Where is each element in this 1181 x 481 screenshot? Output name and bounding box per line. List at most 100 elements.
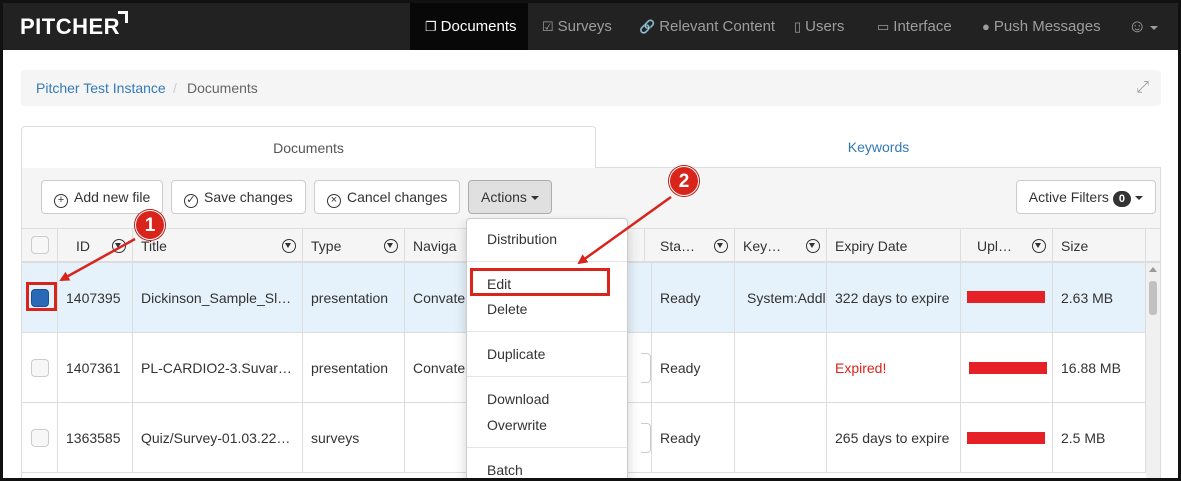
cell-title[interactable]: Dickinson_Sample_Sl… [133, 263, 303, 333]
menu-item-delete[interactable]: Delete [467, 297, 627, 321]
plus-circle-icon: + [54, 194, 68, 208]
row-checkbox[interactable] [31, 289, 49, 307]
user-circle-icon: ☺ [1128, 16, 1147, 36]
menu-item-batch[interactable]: Batch [467, 458, 627, 478]
x-circle-icon: × [327, 194, 341, 208]
select-all-checkbox[interactable] [31, 236, 49, 254]
cell-expiry: 265 days to expire [827, 403, 961, 473]
menu-divider [467, 261, 627, 262]
header-title-label: Title [141, 238, 167, 254]
header-keywords[interactable]: Key… [735, 229, 827, 263]
active-filters-button[interactable]: Active Filters 0 [1015, 180, 1156, 214]
filter-icon[interactable] [806, 239, 820, 253]
cell-type: presentation [303, 263, 405, 333]
cell-status: Ready [652, 333, 735, 403]
row-checkbox[interactable] [31, 359, 49, 377]
filter-icon[interactable] [1032, 239, 1046, 253]
menu-item-duplicate[interactable]: Duplicate [467, 342, 627, 366]
cell-title[interactable]: Quiz/Survey-01.03.22… [133, 403, 303, 473]
menu-divider [467, 447, 627, 448]
cell-id: 1363585 [58, 403, 133, 473]
cell-expiry: Expired! [827, 333, 961, 403]
brand-text: PITCHER [20, 14, 121, 39]
tablet-icon: ▯ [794, 19, 802, 34]
filter-count-badge: 0 [1112, 191, 1131, 207]
header-size-label: Size [1061, 238, 1089, 254]
nav-interface[interactable]: ▭ Interface [877, 3, 952, 50]
brand-logo[interactable]: PITCHER [20, 11, 128, 40]
row-select-cell [22, 333, 58, 403]
breadcrumb-current: Documents [187, 80, 258, 96]
nav-documents-label: Documents [440, 18, 517, 35]
save-changes-label: Save changes [204, 189, 293, 205]
filter-icon[interactable] [384, 239, 398, 253]
check-square-icon: ☑ [542, 19, 554, 34]
menu-divider [467, 331, 627, 332]
menu-item-download[interactable]: Download [467, 387, 627, 411]
menu-item-distribution[interactable]: Distribution [467, 227, 627, 251]
nav-documents[interactable]: ❐ Documents [410, 3, 528, 50]
nav-relevant-content[interactable]: 🔗 Relevant Content [639, 3, 775, 50]
table-scrollbar[interactable] [1146, 263, 1160, 478]
cell-keywords [735, 403, 827, 473]
header-status[interactable]: Sta… [652, 229, 735, 263]
tab-documents[interactable]: Documents [21, 126, 596, 168]
user-menu[interactable]: ☺ [1128, 3, 1159, 50]
actions-dropdown-button[interactable]: Actions [468, 180, 552, 214]
row-checkbox[interactable] [31, 429, 49, 447]
header-type-label: Type [311, 238, 342, 254]
tab-keywords[interactable]: Keywords [596, 126, 1161, 168]
add-file-label: Add new file [74, 189, 151, 205]
cell-expiry: 322 days to expire [827, 263, 961, 333]
cell-navigation-text: Convate [413, 290, 466, 306]
cell-type: presentation [303, 333, 405, 403]
nav-surveys[interactable]: ☑ Surveys [542, 3, 612, 50]
nav-push-messages[interactable]: ● Push Messages [982, 3, 1101, 50]
redacted-block [967, 291, 1045, 303]
scroll-thumb[interactable] [1149, 281, 1157, 315]
menu-item-edit[interactable]: Edit [467, 272, 627, 296]
header-title[interactable]: Title [133, 229, 303, 263]
cell-title[interactable]: PL-CARDIO2-3.Suvar… [133, 333, 303, 403]
add-file-button[interactable]: + Add new file [41, 180, 164, 214]
filter-icon[interactable] [112, 239, 126, 253]
header-status-label: Sta… [660, 238, 696, 254]
cell-keywords: System:Addl [735, 263, 827, 333]
header-uploaded-label: Upl… [977, 238, 1013, 254]
active-filters-label: Active Filters [1028, 189, 1109, 205]
check-circle-icon: ✓ [184, 194, 198, 208]
cell-type: surveys [303, 403, 405, 473]
menu-item-overwrite[interactable]: Overwrite [467, 413, 627, 437]
save-changes-button[interactable]: ✓ Save changes [171, 180, 306, 214]
breadcrumb: Pitcher Test Instance / Documents ⤢ [21, 70, 1161, 106]
monitor-icon: ▭ [877, 19, 890, 34]
navigation-select[interactable] [641, 423, 651, 453]
scroll-up-icon[interactable] [1149, 267, 1157, 272]
menu-divider [467, 376, 627, 377]
breadcrumb-root-link[interactable]: Pitcher Test Instance [36, 80, 166, 96]
header-type[interactable]: Type [303, 229, 405, 263]
header-uploaded[interactable]: Upl… [961, 229, 1053, 263]
header-id-label: ID [76, 238, 90, 254]
cancel-changes-button[interactable]: × Cancel changes [314, 180, 461, 214]
header-expiry-date[interactable]: Expiry Date [827, 229, 961, 263]
navigation-select[interactable] [641, 353, 651, 383]
header-id[interactable]: ID [58, 229, 133, 263]
cell-uploaded [961, 333, 1053, 403]
header-size[interactable]: Size [1053, 229, 1146, 263]
header-navigation-label: Naviga [413, 238, 457, 254]
chevron-down-icon [1135, 196, 1143, 200]
nav-surveys-label: Surveys [557, 18, 612, 35]
expand-icon[interactable]: ⤢ [1136, 79, 1149, 97]
nav-users[interactable]: ▯ Users [794, 3, 844, 50]
breadcrumb-separator: / [173, 80, 177, 96]
cell-navigation-text: Convate [413, 360, 466, 376]
redacted-block [969, 362, 1047, 374]
cell-uploaded [961, 403, 1053, 473]
nav-users-label: Users [805, 18, 845, 35]
filter-icon[interactable] [282, 239, 296, 253]
cancel-changes-label: Cancel changes [347, 189, 448, 205]
filter-icon[interactable] [714, 239, 728, 253]
documents-icon: ❐ [425, 19, 437, 34]
app-window: PITCHER ❐ Documents ☑ Surveys 🔗 Relevant Co… [0, 0, 1181, 481]
